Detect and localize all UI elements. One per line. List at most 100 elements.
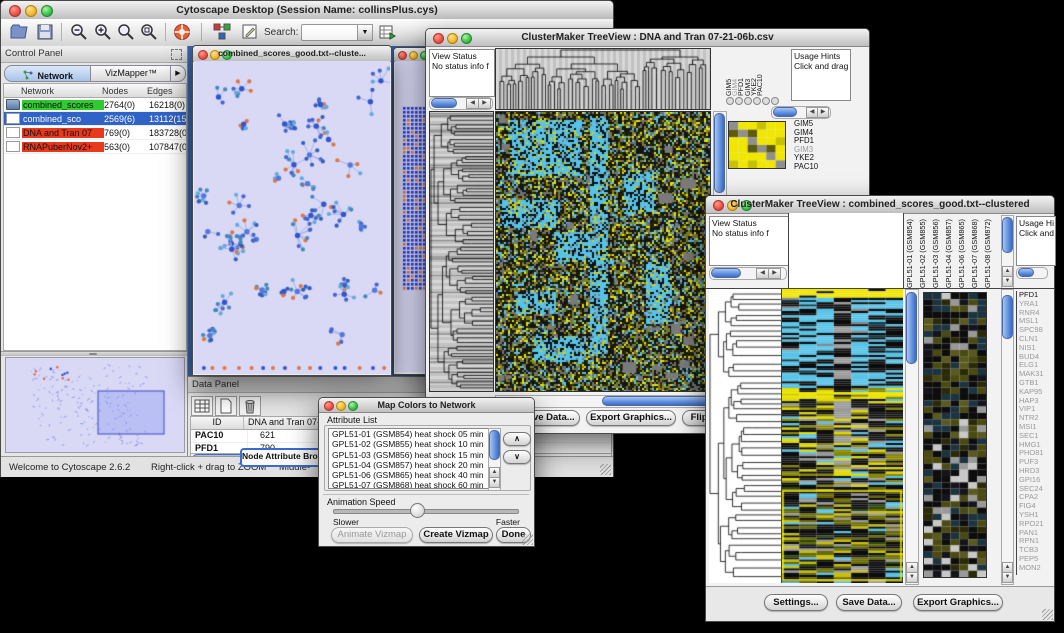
tab-vizmapper[interactable]: VizMapper™ xyxy=(90,65,172,82)
move-up-button[interactable]: ∧ xyxy=(503,432,531,446)
network-table-row[interactable]: combined_sco 2569(6) 13112(15) xyxy=(4,112,186,126)
float-panel-icon[interactable] xyxy=(171,49,182,60)
export-graphics-button[interactable]: Export Graphics... xyxy=(913,594,1003,611)
zoom-selected-icon[interactable] xyxy=(139,22,159,42)
attribute-item[interactable]: GPL51-01 (GSM854) heat shock 05 min xyxy=(332,429,490,439)
gene-list-scrollbar[interactable]: ▲ ▼ xyxy=(1001,289,1014,585)
node-attribute-browser-tab[interactable]: Node Attribute Brows xyxy=(240,448,330,467)
column-label: YKE2 xyxy=(751,48,757,96)
tab-network[interactable]: Network xyxy=(4,65,92,82)
attribute-item[interactable]: GPL51-06 (GSM865) heat shock 40 min xyxy=(332,470,490,480)
hints-scrollbar[interactable] xyxy=(1016,267,1048,279)
heatmap-canvas[interactable] xyxy=(495,111,711,392)
gene-label[interactable]: MON2 xyxy=(1019,564,1055,573)
column-scrollbar[interactable]: ▲ ▼ xyxy=(1001,215,1014,289)
treeview2-titlebar[interactable]: ClusterMaker TreeView : combined_scores_… xyxy=(706,196,1054,214)
import-table-icon[interactable] xyxy=(377,22,397,42)
search-input[interactable] xyxy=(301,24,359,41)
treeview2-bottom-bar: Settings... Save Data... Export Graphics… xyxy=(706,586,1054,621)
main-resize-grip[interactable] xyxy=(600,464,611,475)
minimize-button[interactable] xyxy=(409,51,418,60)
zoom-tool-icon[interactable] xyxy=(762,97,770,105)
main-window-title: Cytoscape Desktop (Session Name: collins… xyxy=(1,4,613,16)
scroll-down-arrow[interactable]: ▼ xyxy=(1002,572,1013,583)
gene-label[interactable]: PAC10 xyxy=(794,163,834,172)
attribute-item[interactable]: GPL51-07 (GSM868) heat shock 60 min xyxy=(332,480,490,489)
scroll-down-arrow[interactable]: ▼ xyxy=(1002,276,1013,287)
status-scrollbar[interactable]: ◀ ▶ xyxy=(709,267,787,280)
zoom-panel-scrollbar[interactable]: ◀ ▶ xyxy=(771,106,831,119)
new-attribute-icon[interactable] xyxy=(215,396,237,416)
network-table-row[interactable]: DNA and Tran 07 769(0) 183728(0) xyxy=(4,126,186,140)
annotation-icon[interactable] xyxy=(240,22,260,42)
dialog-titlebar[interactable]: Map Colors to Network xyxy=(319,398,534,413)
zoom-heatmap-canvas[interactable] xyxy=(728,121,786,169)
search-dropdown-button[interactable]: ▼ xyxy=(357,24,373,41)
save-icon[interactable] xyxy=(35,22,55,42)
main-titlebar[interactable]: Cytoscape Desktop (Session Name: collins… xyxy=(1,1,613,20)
treeview1-titlebar[interactable]: ClusterMaker TreeView : DNA and Tran 07-… xyxy=(426,29,869,47)
attribute-item[interactable]: GPL51-03 (GSM856) heat shock 15 min xyxy=(332,450,490,460)
panel-tabs: Network VizMapper™ ▶ xyxy=(3,65,185,81)
network-table-header[interactable]: Network Nodes Edges xyxy=(4,84,186,98)
tab-overflow-button[interactable]: ▶ xyxy=(170,65,186,82)
birdseye-view-canvas[interactable] xyxy=(5,357,185,453)
scroll-down-arrow[interactable]: ▼ xyxy=(906,572,918,583)
network1-titlebar[interactable]: combined_scores_good.txt--cluste... xyxy=(193,46,391,62)
zoom-tool-icon[interactable] xyxy=(753,97,761,105)
panel-divider[interactable] xyxy=(1,351,187,356)
scroll-right-arrow[interactable]: ▶ xyxy=(817,107,829,118)
network-edges: 16218(0) xyxy=(149,100,187,110)
zoom-tool-icon[interactable] xyxy=(735,97,743,105)
zoom-out-icon[interactable] xyxy=(69,22,89,42)
selected-gene-labels: GIM5GIM4PFD1GIM3YKE2PAC10 xyxy=(794,120,834,174)
data-col-id[interactable]: ID xyxy=(191,417,244,429)
zoom-in-icon[interactable] xyxy=(93,22,113,42)
help-lifesaver-icon[interactable] xyxy=(172,22,192,42)
zoom-tool-icon[interactable] xyxy=(744,97,752,105)
col-network: Network xyxy=(20,86,102,96)
heatmap-canvas[interactable] xyxy=(782,289,903,583)
delete-attribute-icon[interactable] xyxy=(239,396,261,416)
move-down-button[interactable]: ∨ xyxy=(503,450,531,464)
view-status-line: No status info f xyxy=(432,61,492,71)
vizmap-icon[interactable] xyxy=(212,22,232,42)
attribute-select-icon[interactable] xyxy=(191,396,213,416)
zoom-tool-icon[interactable] xyxy=(726,97,734,105)
network-table-row[interactable]: combined_scores 2764(0) 16218(0) xyxy=(4,98,186,112)
heatmap-vscrollbar[interactable]: ▲ ▼ xyxy=(905,289,919,585)
attribute-list-scrollbar[interactable]: ▲ ▼ xyxy=(488,428,501,491)
gene-dendrogram-canvas[interactable] xyxy=(709,289,782,583)
gene-dendrogram-canvas[interactable] xyxy=(429,111,494,392)
network-type-icon xyxy=(6,99,20,110)
speed-slider-track[interactable] xyxy=(333,509,519,514)
attribute-item[interactable]: GPL51-02 (GSM855) heat shock 10 min xyxy=(332,439,490,449)
scroll-right-arrow[interactable]: ▶ xyxy=(478,98,491,109)
network1-title: combined_scores_good.txt--cluste... xyxy=(193,48,391,58)
speed-slider-thumb[interactable] xyxy=(410,503,425,518)
attribute-listbox[interactable]: GPL51-01 (GSM854) heat shock 05 minGPL51… xyxy=(328,428,491,489)
save-data-button[interactable]: Save Data... xyxy=(836,594,902,611)
scroll-right-arrow[interactable]: ▶ xyxy=(768,268,781,279)
dialog-title: Map Colors to Network xyxy=(319,400,534,410)
animate-vizmap-button[interactable]: Animate Vizmap xyxy=(331,527,413,543)
network-table-row[interactable]: RNAPuberNov2+ 563(0) 107847(0) xyxy=(4,140,186,154)
control-panel-header: Control Panel xyxy=(1,46,187,63)
status-scrollbar[interactable]: ◀ ▶ xyxy=(429,97,493,110)
treeview2-resize-grip[interactable] xyxy=(1042,609,1053,620)
zoom-tool-icon[interactable] xyxy=(771,97,779,105)
attribute-item[interactable]: GPL51-04 (GSM857) heat shock 20 min xyxy=(332,460,490,470)
column-dendrogram-canvas[interactable] xyxy=(495,48,711,110)
dialog-resize-grip[interactable] xyxy=(522,534,533,545)
create-vizmap-button[interactable]: Create Vizmap xyxy=(419,527,493,543)
open-file-icon[interactable] xyxy=(9,22,29,42)
scroll-down-arrow[interactable]: ▼ xyxy=(489,477,500,488)
usage-hints-title: Usage Hints xyxy=(794,51,848,61)
zoom-heatmap-canvas[interactable] xyxy=(923,292,987,578)
settings-button[interactable]: Settings... xyxy=(764,594,828,611)
network-view-canvas[interactable] xyxy=(194,61,390,374)
zoom-fit-icon[interactable] xyxy=(116,22,136,42)
tab-network-label: Network xyxy=(37,71,73,81)
export-graphics-button[interactable]: Export Graphics... xyxy=(586,410,676,426)
close-button[interactable] xyxy=(398,51,407,60)
